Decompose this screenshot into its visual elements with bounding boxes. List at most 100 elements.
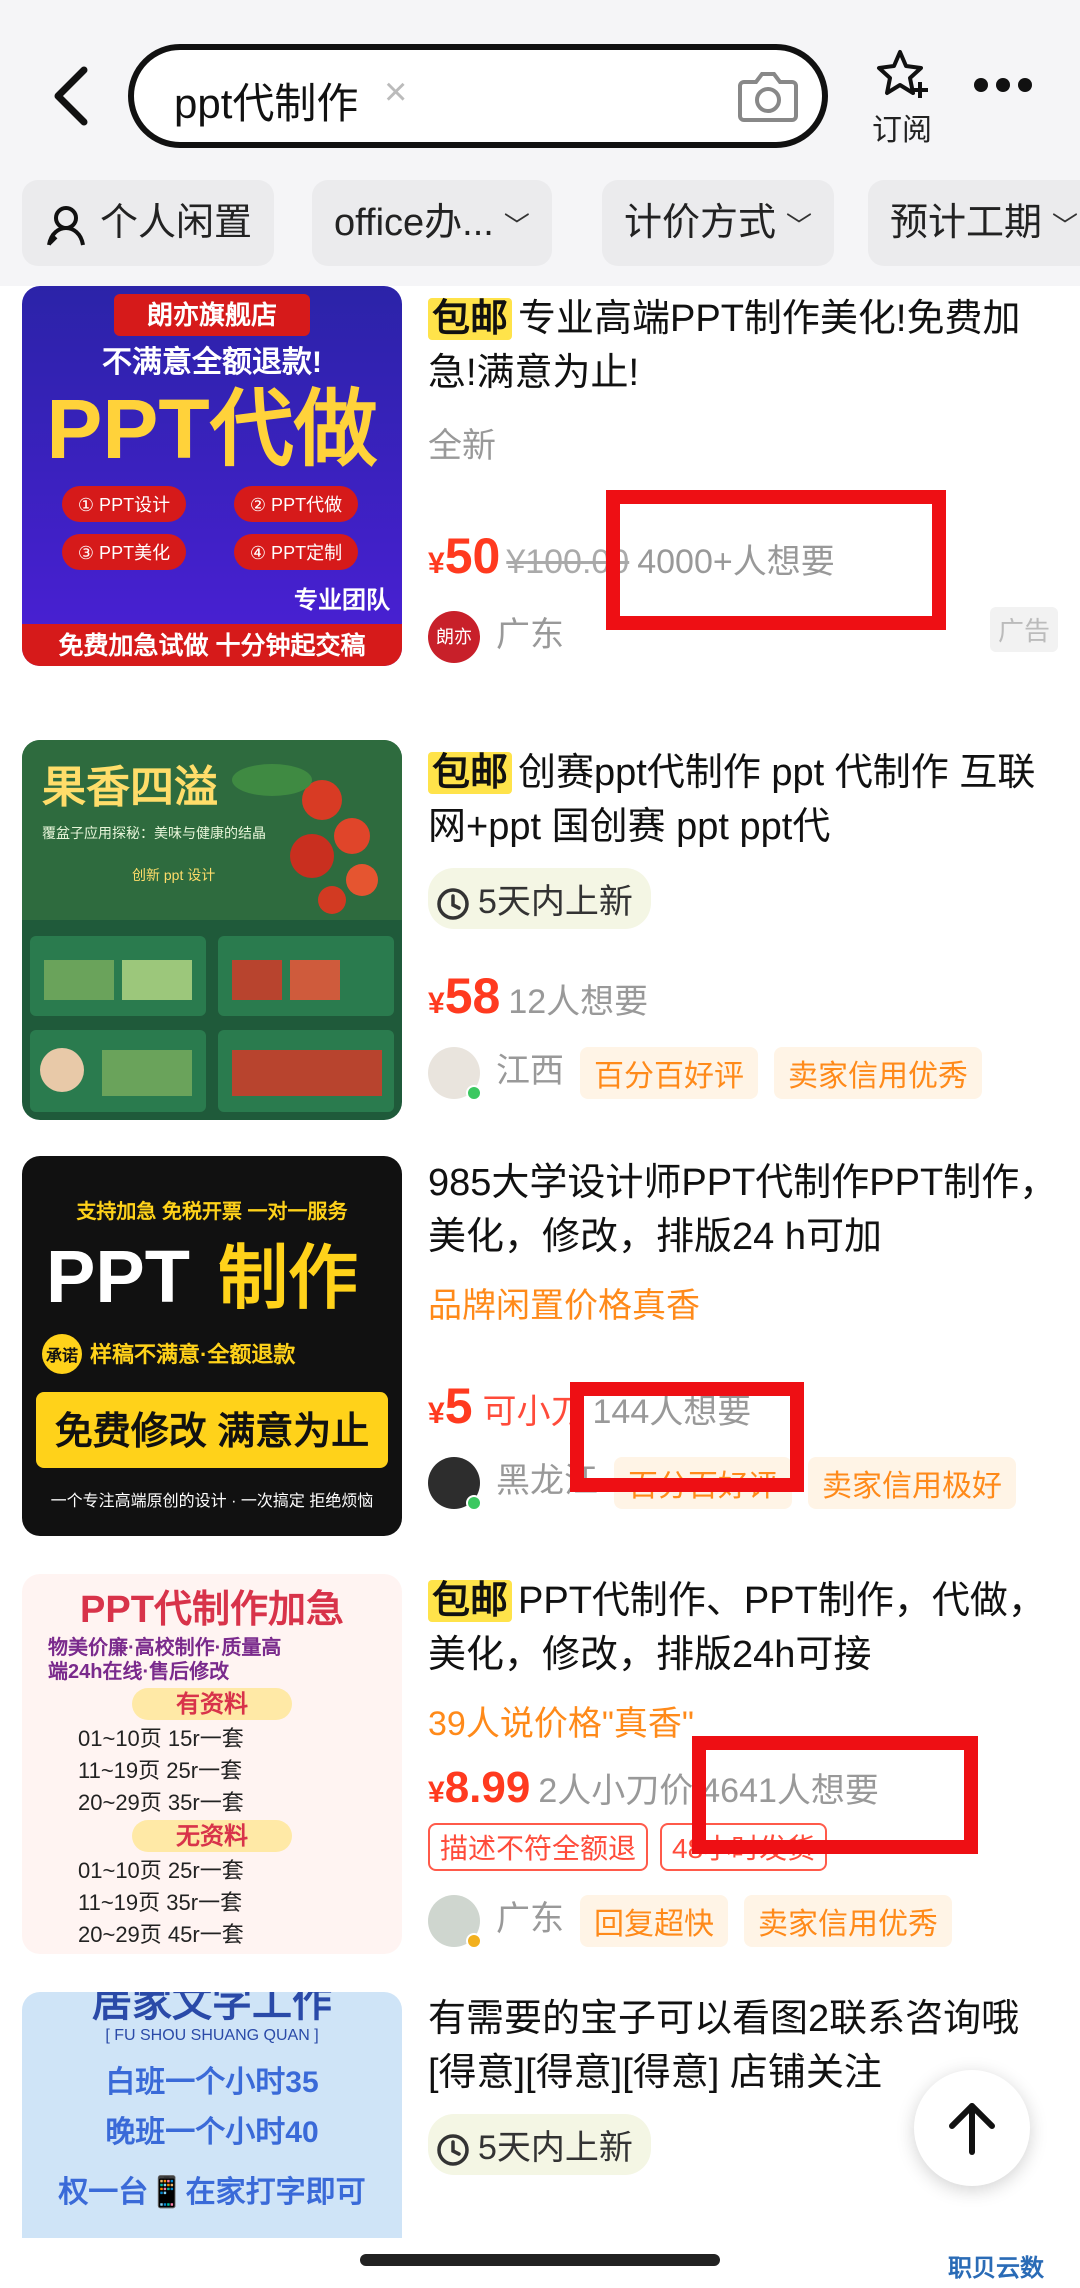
scroll-to-top-button[interactable] bbox=[914, 2070, 1030, 2186]
thumb-section: 有资料 bbox=[176, 1691, 248, 1718]
item-info: 包邮 创赛ppt代制作 ppt 代制作 互联网+ppt 国创赛 ppt ppt代 … bbox=[428, 746, 1058, 1102]
product-thumbnail: 果香四溢 覆盆子应用探秘：美味与健康的结晶 创新 ppt 设计 bbox=[22, 740, 402, 1120]
thumb-headline: PPT代做 bbox=[46, 382, 377, 476]
thumbnail-image: PPT代制作加急 物美价廉·高校制作·质量高 端24h在线·售后修改 有资料 0… bbox=[22, 1574, 402, 1954]
location: 广东 bbox=[496, 1900, 564, 1938]
top-bar: ppt代制作 × 订阅 bbox=[0, 0, 1080, 160]
bargain-label: 2人小刀价 bbox=[538, 1772, 694, 1810]
thumb-top: 支持加急 免税开票 一对一服务 bbox=[76, 1199, 348, 1223]
avatar[interactable] bbox=[428, 1457, 482, 1512]
search-query: ppt代制作 bbox=[174, 80, 359, 127]
filter-duration[interactable]: 预计工期 ﹀ bbox=[868, 180, 1080, 266]
item-title: 包邮 PPT代制作、PPT制作，代做，美化，修改，排版24h可接 bbox=[428, 1574, 1058, 1682]
want-count: 12人想要 bbox=[508, 983, 649, 1021]
list-item[interactable]: PPT代制作加急 物美价廉·高校制作·质量高 端24h在线·售后修改 有资料 0… bbox=[0, 1574, 1080, 1954]
price: 58 bbox=[444, 968, 501, 1024]
seller-tag: 卖家信用极好 bbox=[808, 1457, 1016, 1510]
chevron-down-icon: ﹀ bbox=[503, 211, 530, 241]
avatar[interactable] bbox=[428, 1895, 482, 1950]
highlight-box bbox=[606, 490, 946, 630]
new-badge: 5天内上新 bbox=[428, 2114, 651, 2175]
thumb-service: ④ PPT定制 bbox=[250, 543, 342, 563]
currency-symbol: ¥ bbox=[428, 547, 445, 580]
list-item[interactable]: 支持加急 免税开票 一对一服务 PPT 制作 承诺 样稿不满意·全额退款 免费修… bbox=[0, 1156, 1080, 1536]
filter-office[interactable]: office办... ﹀ bbox=[312, 180, 552, 266]
more-menu-icon[interactable] bbox=[974, 78, 1044, 98]
filter-label: 预计工期 bbox=[890, 202, 1043, 244]
badge-text: 5天内上新 bbox=[478, 2129, 633, 2167]
product-thumbnail: PPT代制作加急 物美价廉·高校制作·质量高 端24h在线·售后修改 有资料 0… bbox=[22, 1574, 402, 1954]
thumb-promise: 样稿不满意·全额退款 bbox=[90, 1342, 296, 1367]
thumb-promise-tag: 承诺 bbox=[46, 1346, 78, 1365]
list-item[interactable]: 朗亦旗舰店 不满意全额退款! PPT代做 ① PPT设计 ② PPT代做 ③ P… bbox=[0, 286, 1080, 714]
thumb-section: 无资料 bbox=[176, 1823, 248, 1850]
seller-tag: 卖家信用优秀 bbox=[744, 1895, 952, 1948]
product-thumbnail: 居家文字工作 [ FU SHOU SHUANG QUAN ] 白班一个小时35 … bbox=[22, 1992, 402, 2238]
filter-label: 计价方式 bbox=[624, 202, 777, 244]
clock-icon bbox=[437, 888, 469, 920]
price: 5 bbox=[444, 1378, 473, 1434]
brand-text: 品牌闲置价格真香 bbox=[428, 1287, 700, 1325]
thumb-row: 20~29页 35r一套 bbox=[78, 1790, 244, 1815]
avatar[interactable] bbox=[428, 1047, 482, 1102]
thumb-pinyin: [ FU SHOU SHUANG QUAN ] bbox=[105, 2027, 318, 2044]
free-shipping-tag: 包邮 bbox=[428, 752, 513, 794]
subscribe-button[interactable]: 订阅 bbox=[862, 48, 942, 149]
title-text: 专业高端PPT制作美化!免费加急!满意为止! bbox=[428, 298, 1021, 394]
thumb-headline: 居家文字工作 bbox=[92, 1992, 332, 2025]
thumb-sub2: 端24h在线·售后修改 bbox=[48, 1659, 230, 1683]
list-item[interactable]: 果香四溢 覆盆子应用探秘：美味与健康的结晶 创新 ppt 设计 包邮 创赛ppt代… bbox=[0, 740, 1080, 1120]
thumb-line: 晚班一个小时40 bbox=[105, 2116, 318, 2149]
star-plus-icon bbox=[877, 50, 928, 98]
title-text: 创赛ppt代制作 ppt 代制作 互联网+ppt 国创赛 ppt ppt代 bbox=[428, 752, 1036, 848]
condition-label: 全新 bbox=[428, 427, 496, 465]
seller-tag: 回复超快 bbox=[580, 1895, 728, 1948]
location: 江西 bbox=[496, 1052, 564, 1090]
thumb-headline: PPT代制作加急 bbox=[80, 1589, 344, 1631]
badge-text: 5天内上新 bbox=[478, 883, 633, 921]
new-badge: 5天内上新 bbox=[428, 868, 651, 929]
thumb-sub1: 物美价廉·高校制作·质量高 bbox=[48, 1635, 281, 1659]
new-badge-row: 5天内上新 bbox=[428, 868, 1058, 929]
service-tag: 描述不符全额退 bbox=[428, 1823, 649, 1871]
person-icon bbox=[47, 205, 85, 246]
highlight-box bbox=[570, 1382, 804, 1492]
subscribe-label: 订阅 bbox=[872, 114, 932, 147]
free-shipping-tag: 包邮 bbox=[428, 298, 513, 340]
thumb-subtitle: 覆盆子应用探秘：美味与健康的结晶 bbox=[42, 825, 266, 841]
product-thumbnail: 朗亦旗舰店 不满意全额退款! PPT代做 ① PPT设计 ② PPT代做 ③ P… bbox=[22, 286, 402, 666]
chevron-down-icon: ﹀ bbox=[786, 211, 813, 241]
clear-icon[interactable]: × bbox=[384, 70, 407, 115]
camera-icon[interactable] bbox=[736, 66, 800, 126]
thumb-line: 白班一个小时35 bbox=[105, 2066, 318, 2099]
thumb-service: ③ PPT美化 bbox=[78, 543, 170, 563]
price: 50 bbox=[444, 528, 501, 584]
avatar[interactable]: 朗亦 bbox=[428, 611, 480, 664]
ad-label: 广告 bbox=[989, 607, 1058, 652]
filter-pricing[interactable]: 计价方式 ﹀ bbox=[602, 180, 835, 266]
thumb-banner: 免费修改 满意为止 bbox=[55, 1411, 370, 1453]
thumbnail-image: 居家文字工作 [ FU SHOU SHUANG QUAN ] 白班一个小时35 … bbox=[22, 1992, 402, 2238]
seller-tag: 百分百好评 bbox=[580, 1047, 758, 1100]
thumb-row: 11~19页 25r一套 bbox=[78, 1758, 242, 1783]
thumb-headline-a: PPT bbox=[46, 1235, 190, 1318]
thumb-headline-b: 制作 bbox=[218, 1239, 358, 1317]
search-input[interactable]: ppt代制作 × bbox=[128, 44, 828, 148]
title-text: PPT代制作、PPT制作，代做，美化，修改，排版24h可接 bbox=[428, 1580, 1046, 1676]
filter-label: office办... bbox=[334, 202, 494, 244]
filter-personal-idle[interactable]: 个人闲置 bbox=[22, 180, 275, 266]
currency-symbol: ¥ bbox=[428, 1397, 445, 1430]
highlight-box bbox=[692, 1736, 978, 1854]
thumb-footer: 一个专注高端原创的设计 · 一次搞定 拒绝烦恼 bbox=[51, 1492, 374, 1510]
back-arrow-icon bbox=[54, 66, 88, 126]
back-button[interactable] bbox=[40, 50, 100, 140]
price-line: ¥58 12人想要 bbox=[428, 967, 1058, 1025]
price: 8.99 bbox=[444, 1763, 531, 1812]
thumb-row: 01~10页 25r一套 bbox=[78, 1858, 244, 1883]
seller-line: 广东 回复超快 卖家信用优秀 bbox=[428, 1891, 1058, 1950]
thumb-row: 11~19页 35r一套 bbox=[78, 1890, 242, 1915]
filter-label: 个人闲置 bbox=[100, 202, 253, 244]
arrow-up-icon bbox=[949, 2103, 995, 2155]
thumb-row: 01~10页 15r一套 bbox=[78, 1726, 244, 1751]
currency-symbol: ¥ bbox=[428, 1776, 445, 1809]
